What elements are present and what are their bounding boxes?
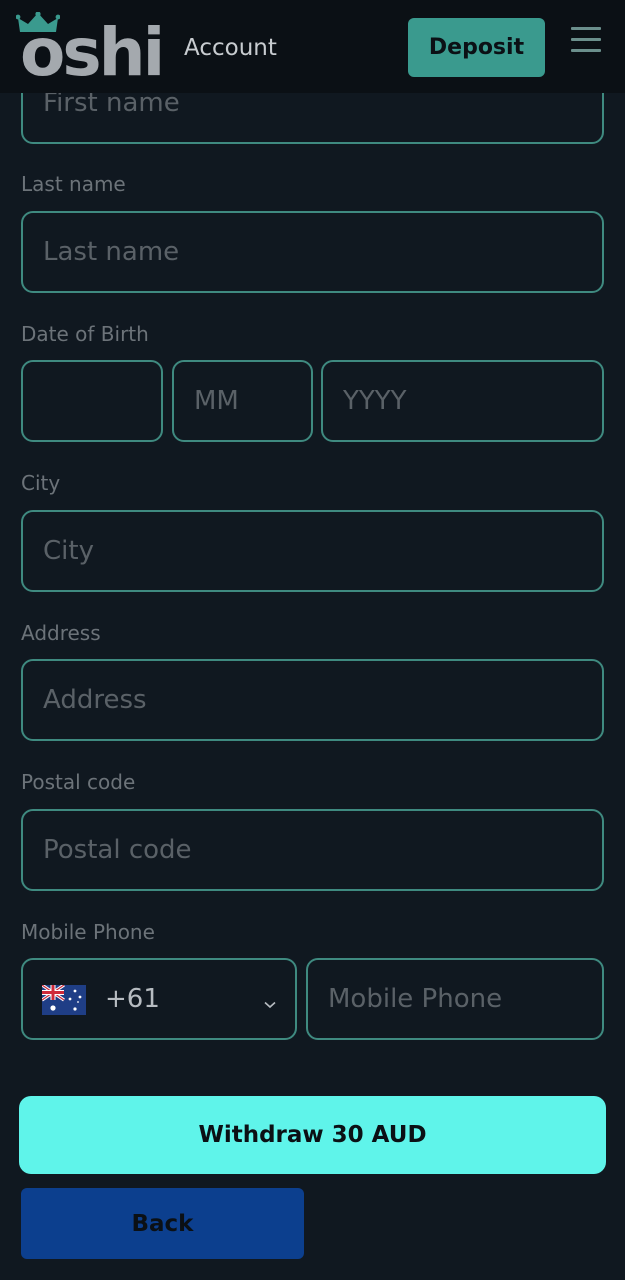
top-header: oshi Account Deposit xyxy=(0,0,625,93)
dob-month-placeholder: MM xyxy=(194,386,239,416)
postal-code-field[interactable]: Postal code xyxy=(21,809,604,891)
back-button[interactable]: Back xyxy=(21,1188,304,1259)
postal-code-placeholder: Postal code xyxy=(43,835,192,865)
last-name-placeholder: Last name xyxy=(43,237,180,267)
chevron-down-icon xyxy=(264,994,276,1013)
mobile-phone-field[interactable]: Mobile Phone xyxy=(306,958,604,1040)
dob-month-field[interactable]: MM xyxy=(172,360,313,442)
dob-year-placeholder: YYYY xyxy=(343,386,407,416)
city-field[interactable]: City xyxy=(21,510,604,592)
address-placeholder: Address xyxy=(43,685,147,715)
withdraw-button[interactable]: Withdraw 30 AUD xyxy=(19,1096,606,1174)
dob-day-field[interactable] xyxy=(21,360,163,442)
logo-text: oshi xyxy=(20,14,165,91)
oshi-logo[interactable]: oshi xyxy=(16,12,165,88)
country-code-select[interactable]: +61 xyxy=(21,958,297,1040)
postal-code-label: Postal code xyxy=(21,770,136,794)
hamburger-menu-icon[interactable] xyxy=(571,27,601,53)
country-code-value: +61 xyxy=(105,984,160,1014)
deposit-button[interactable]: Deposit xyxy=(408,18,545,77)
last-name-field[interactable]: Last name xyxy=(21,211,604,293)
australia-flag-icon xyxy=(41,983,86,1019)
mobile-phone-placeholder: Mobile Phone xyxy=(328,984,503,1014)
page-title: Account xyxy=(184,35,277,61)
address-label: Address xyxy=(21,621,101,645)
last-name-label: Last name xyxy=(21,172,126,196)
city-label: City xyxy=(21,471,61,495)
dob-year-field[interactable]: YYYY xyxy=(321,360,604,442)
address-field[interactable]: Address xyxy=(21,659,604,741)
city-placeholder: City xyxy=(43,536,94,566)
date-of-birth-label: Date of Birth xyxy=(21,322,149,346)
mobile-phone-label: Mobile Phone xyxy=(21,920,155,944)
